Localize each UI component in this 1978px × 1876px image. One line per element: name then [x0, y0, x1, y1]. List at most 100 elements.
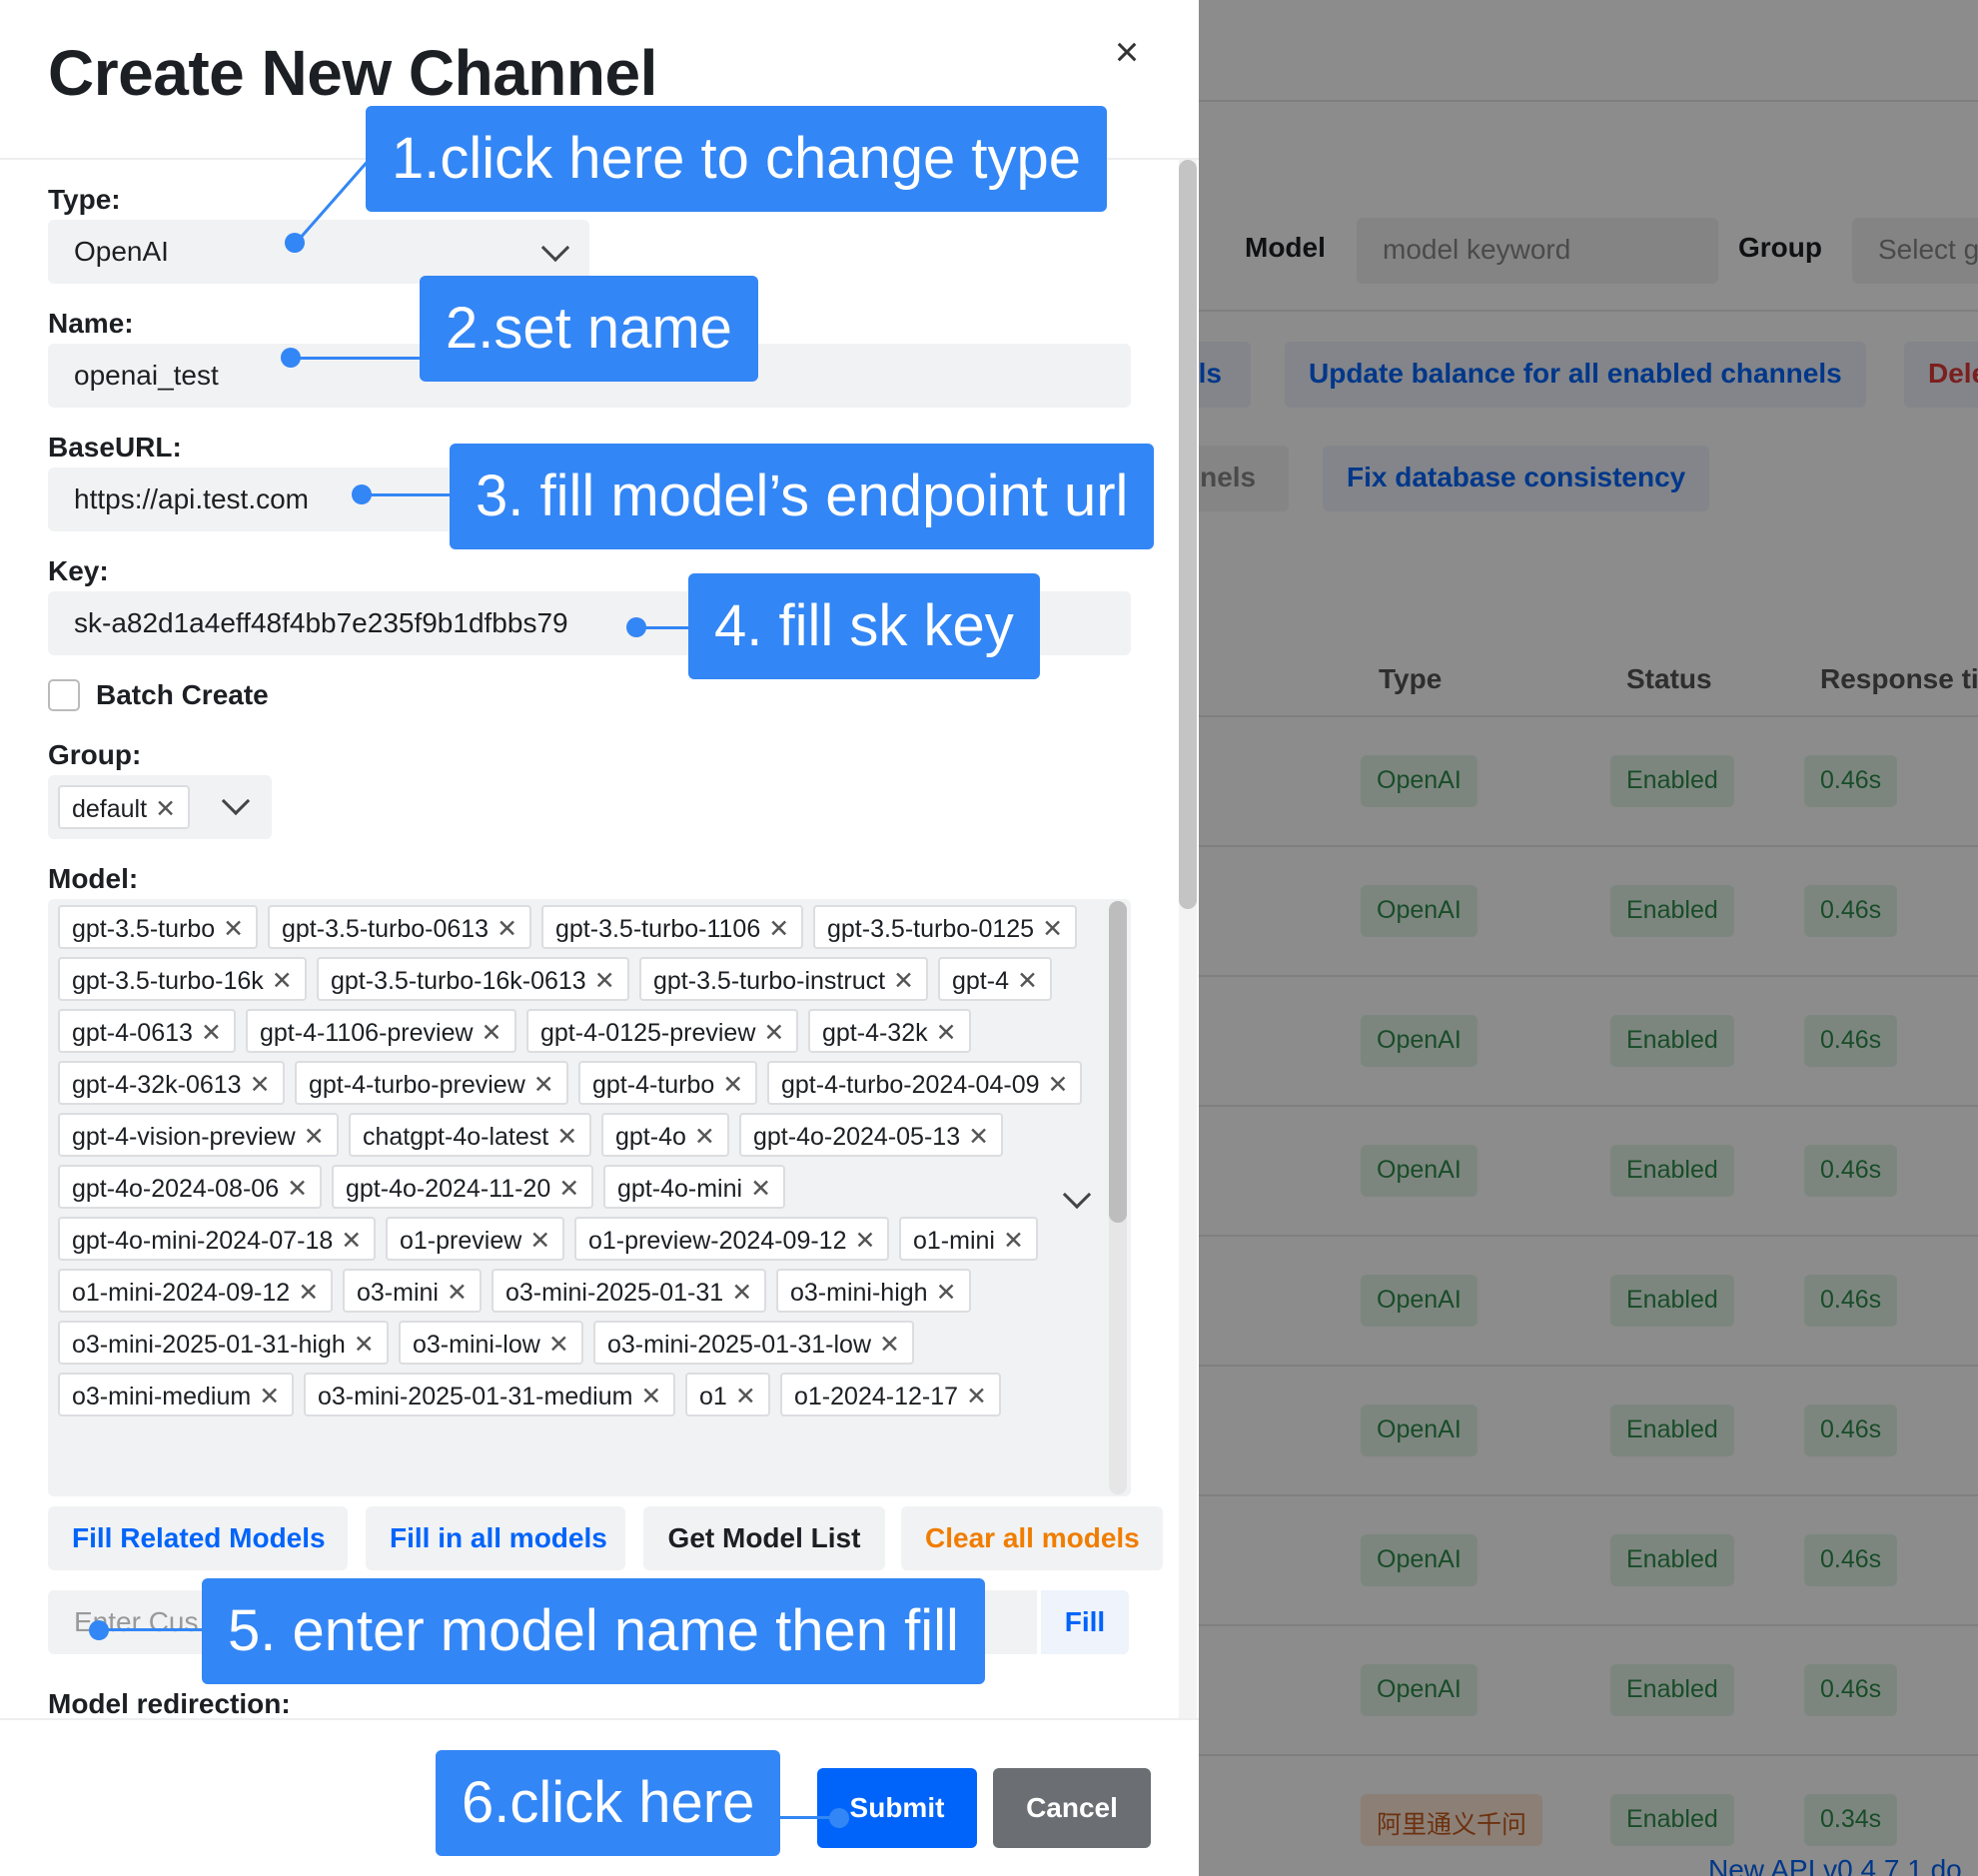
model-chip-label: gpt-3.5-turbo-0613	[282, 915, 490, 943]
model-chip: gpt-4-turbo-preview ✕	[295, 1061, 568, 1105]
model-chip: gpt-4-32k-0613 ✕	[58, 1061, 285, 1105]
callout-3-leader	[362, 493, 452, 496]
remove-chip-icon[interactable]: ✕	[735, 1383, 756, 1410]
model-chip-label: gpt-4-turbo	[592, 1071, 715, 1099]
remove-chip-icon[interactable]: ✕	[768, 915, 789, 943]
remove-chip-icon[interactable]: ✕	[722, 1071, 743, 1099]
model-chip-label: gpt-4-0125-preview	[540, 1019, 756, 1047]
callout-step-2: 2.set name	[420, 276, 758, 382]
model-label: Model:	[48, 863, 139, 894]
model-multiselect[interactable]: gpt-3.5-turbo ✕ gpt-3.5-turbo-0613 ✕ gpt-3.5…	[48, 899, 1131, 1496]
model-chip-label: gpt-4-0613	[72, 1019, 193, 1047]
model-chip: o1-mini ✕	[899, 1217, 1038, 1261]
model-chip-label: o3-mini	[357, 1279, 439, 1307]
model-chip-label: gpt-3.5-turbo-16k	[72, 967, 264, 995]
model-chip: gpt-3.5-turbo-0125 ✕	[813, 905, 1078, 949]
model-scrollbar-thumb[interactable]	[1109, 901, 1127, 1223]
remove-chip-icon[interactable]: ✕	[1017, 967, 1038, 995]
model-chip-label: o3-mini-high	[790, 1279, 928, 1307]
remove-chip-icon[interactable]: ✕	[854, 1227, 875, 1255]
remove-chip-icon[interactable]: ✕	[155, 795, 176, 823]
model-chip-label: gpt-3.5-turbo-0125	[827, 915, 1035, 943]
batch-create-checkbox[interactable]	[48, 679, 80, 711]
callout-4-leader	[636, 626, 690, 629]
remove-chip-icon[interactable]: ✕	[936, 1279, 957, 1307]
model-chip-label: o3-mini-2025-01-31	[505, 1279, 724, 1307]
model-chip-label: o1-preview-2024-09-12	[588, 1227, 847, 1255]
model-chip: gpt-4o-mini ✕	[603, 1165, 786, 1209]
remove-chip-icon[interactable]: ✕	[763, 1019, 784, 1047]
cancel-button[interactable]: Cancel	[993, 1768, 1151, 1848]
model-chip-label: gpt-4-turbo-2024-04-09	[781, 1071, 1040, 1099]
remove-chip-icon[interactable]: ✕	[259, 1383, 280, 1410]
remove-chip-icon[interactable]: ✕	[731, 1279, 752, 1307]
remove-chip-icon[interactable]: ✕	[1003, 1227, 1024, 1255]
modal-overlay[interactable]	[1199, 0, 1978, 1876]
remove-chip-icon[interactable]: ✕	[223, 915, 244, 943]
model-chip-label: o3-mini-medium	[72, 1383, 252, 1410]
model-chip-label: gpt-4o-2024-05-13	[753, 1123, 961, 1151]
model-chip-label: o1-preview	[400, 1227, 522, 1255]
remove-chip-icon[interactable]: ✕	[533, 1071, 554, 1099]
remove-chip-icon[interactable]: ✕	[750, 1175, 771, 1203]
clear-all-models-button[interactable]: Clear all models	[901, 1506, 1163, 1570]
remove-chip-icon[interactable]: ✕	[496, 915, 517, 943]
group-chip: default ✕	[58, 785, 191, 829]
remove-chip-icon[interactable]: ✕	[556, 1123, 577, 1151]
type-select[interactable]: OpenAI	[48, 220, 589, 284]
model-chip: o1-mini-2024-09-12 ✕	[58, 1269, 334, 1313]
remove-chip-icon[interactable]: ✕	[594, 967, 615, 995]
model-chip: gpt-4 ✕	[938, 957, 1052, 1001]
model-chip: o3-mini-2025-01-31-low ✕	[593, 1321, 914, 1365]
remove-chip-icon[interactable]: ✕	[966, 1383, 987, 1410]
remove-chip-icon[interactable]: ✕	[936, 1019, 957, 1047]
remove-chip-icon[interactable]: ✕	[558, 1175, 579, 1203]
model-chip: gpt-4-0125-preview ✕	[526, 1009, 799, 1053]
model-chip: chatgpt-4o-latest ✕	[349, 1113, 592, 1157]
callout-step-3: 3. fill model’s endpoint url	[450, 444, 1155, 549]
remove-chip-icon[interactable]: ✕	[250, 1071, 271, 1099]
model-chip: o3-mini-2025-01-31-high ✕	[58, 1321, 389, 1365]
model-chip-label: gpt-4	[952, 967, 1009, 995]
get-model-list-button[interactable]: Get Model List	[643, 1506, 885, 1570]
model-chip: gpt-4o-mini-2024-07-18 ✕	[58, 1217, 377, 1261]
remove-chip-icon[interactable]: ✕	[341, 1227, 362, 1255]
remove-chip-icon[interactable]: ✕	[548, 1331, 569, 1359]
model-chip: gpt-4o ✕	[601, 1113, 729, 1157]
model-chip: gpt-4-0613 ✕	[58, 1009, 236, 1053]
remove-chip-icon[interactable]: ✕	[893, 967, 914, 995]
callout-5-leader	[99, 1628, 203, 1631]
remove-chip-icon[interactable]: ✕	[201, 1019, 222, 1047]
model-chip: gpt-3.5-turbo-16k ✕	[58, 957, 307, 1001]
remove-chip-icon[interactable]: ✕	[304, 1123, 325, 1151]
remove-chip-icon[interactable]: ✕	[354, 1331, 375, 1359]
model-chip-label: o1	[699, 1383, 727, 1410]
remove-chip-icon[interactable]: ✕	[482, 1019, 502, 1047]
remove-chip-icon[interactable]: ✕	[1048, 1071, 1069, 1099]
remove-chip-icon[interactable]: ✕	[694, 1123, 715, 1151]
model-chip-label: gpt-4-1106-preview	[260, 1019, 474, 1047]
close-icon[interactable]: ×	[1107, 31, 1147, 73]
footer-divider	[0, 1718, 1199, 1720]
model-chip-label: gpt-4o-2024-11-20	[346, 1175, 551, 1203]
remove-chip-icon[interactable]: ✕	[529, 1227, 550, 1255]
remove-chip-icon[interactable]: ✕	[879, 1331, 900, 1359]
modal-scrollbar-thumb[interactable]	[1179, 160, 1197, 909]
remove-chip-icon[interactable]: ✕	[447, 1279, 468, 1307]
group-label: Group:	[48, 739, 142, 770]
model-chip-label: o3-mini-2025-01-31-low	[607, 1331, 872, 1359]
remove-chip-icon[interactable]: ✕	[287, 1175, 308, 1203]
remove-chip-icon[interactable]: ✕	[968, 1123, 989, 1151]
callout-step-4: 4. fill sk key	[688, 573, 1040, 679]
fill-related-models-button[interactable]: Fill Related Models	[48, 1506, 348, 1570]
fill-custom-model-button[interactable]: Fill	[1041, 1590, 1129, 1654]
remove-chip-icon[interactable]: ✕	[1042, 915, 1063, 943]
fill-all-models-button[interactable]: Fill in all models	[366, 1506, 625, 1570]
name-label: Name:	[48, 308, 134, 339]
model-chip: gpt-3.5-turbo-16k-0613 ✕	[317, 957, 629, 1001]
model-chip-label: o1-mini	[913, 1227, 995, 1255]
remove-chip-icon[interactable]: ✕	[298, 1279, 319, 1307]
model-chip-label: gpt-3.5-turbo	[72, 915, 216, 943]
remove-chip-icon[interactable]: ✕	[640, 1383, 661, 1410]
remove-chip-icon[interactable]: ✕	[272, 967, 293, 995]
